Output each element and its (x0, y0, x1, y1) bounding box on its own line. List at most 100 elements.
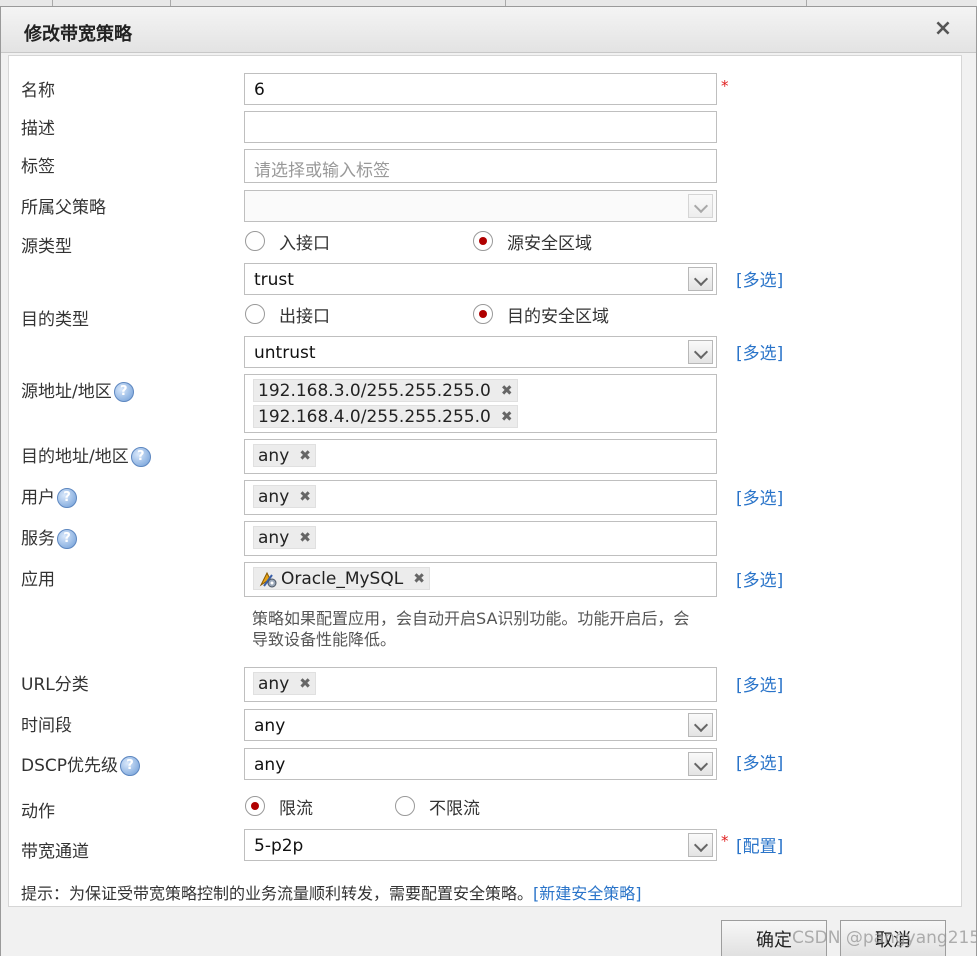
radio-source-zone-label: 源安全区域 (507, 234, 592, 254)
application-icon (258, 569, 278, 589)
url-category-tagbox[interactable]: any ✖ (244, 667, 717, 702)
dialog-title: 修改带宽策略 (24, 24, 132, 45)
radio-rate-limit-label: 限流 (279, 799, 313, 819)
tag-text: 192.168.4.0/255.255.255.0 (258, 406, 491, 427)
source-zone-value: trust (254, 270, 294, 290)
close-icon[interactable]: × (931, 17, 955, 41)
name-input[interactable]: 6 (244, 73, 717, 105)
url-category-label: URL分类 (21, 675, 89, 695)
tag-text: any (258, 445, 290, 466)
radio-ingress-interface-label: 入接口 (279, 234, 330, 254)
tag-text: any (258, 486, 290, 507)
cancel-button[interactable]: 取消 (840, 920, 946, 956)
tag-text: any (258, 673, 290, 694)
application-multi-select-link[interactable]: [多选] (736, 566, 783, 591)
tag-text: 192.168.3.0/255.255.255.0 (258, 380, 491, 401)
remove-tag-icon[interactable]: ✖ (501, 383, 513, 399)
help-icon[interactable]: ? (120, 756, 141, 776)
application-tagbox[interactable]: Oracle_MySQL ✖ (244, 562, 717, 597)
chevron-down-icon[interactable] (688, 340, 713, 364)
dscp-priority-label-text: DSCP优先级 (21, 756, 119, 776)
radio-dest-zone[interactable] (473, 304, 493, 324)
radio-no-rate-limit[interactable] (395, 796, 415, 816)
required-marker: * (721, 832, 729, 850)
chevron-down-icon[interactable] (688, 194, 713, 218)
remove-tag-icon[interactable]: ✖ (299, 676, 311, 692)
radio-rate-limit[interactable] (245, 796, 265, 816)
time-range-label: 时间段 (21, 716, 72, 736)
remove-tag-icon[interactable]: ✖ (299, 448, 311, 464)
bandwidth-channel-label: 带宽通道 (21, 842, 89, 862)
radio-source-zone[interactable] (473, 231, 493, 251)
user-tagbox[interactable]: any ✖ (244, 480, 717, 515)
service-tagbox[interactable]: any ✖ (244, 521, 717, 556)
new-security-policy-link[interactable]: [新建安全策略] (533, 884, 642, 903)
remove-tag-icon[interactable]: ✖ (299, 530, 311, 546)
parent-policy-select[interactable] (244, 190, 717, 222)
dest-zone-value: untrust (254, 343, 316, 363)
radio-ingress-interface[interactable] (245, 231, 265, 251)
description-input[interactable] (244, 111, 717, 143)
dest-address-label: 目的地址/地区? (21, 442, 151, 467)
application-label: 应用 (21, 570, 55, 590)
radio-dest-zone-label: 目的安全区域 (507, 307, 609, 327)
source-address-label: 源地址/地区? (21, 377, 134, 402)
radio-no-rate-limit-label: 不限流 (429, 799, 480, 819)
dscp-priority-value: any (254, 755, 286, 775)
hint-text: 提示：为保证受带宽策略控制的业务流量顺利转发，需要配置安全策略。[新建安全策略] (21, 880, 642, 904)
description-label: 描述 (21, 119, 55, 139)
ok-button[interactable]: 确定 (721, 920, 827, 956)
help-icon[interactable]: ? (113, 382, 134, 402)
remove-tag-icon[interactable]: ✖ (299, 489, 311, 505)
chevron-down-icon[interactable] (688, 833, 713, 857)
tags-input[interactable]: 请选择或输入标签 (244, 149, 717, 183)
url-category-multi-select-link[interactable]: [多选] (736, 671, 783, 696)
dest-address-tagbox[interactable]: any ✖ (244, 439, 717, 474)
dest-zone-select[interactable]: untrust (244, 336, 717, 368)
hint-message: 提示：为保证受带宽策略控制的业务流量顺利转发，需要配置安全策略。 (21, 884, 534, 903)
tag-text: Oracle_MySQL (281, 568, 404, 589)
user-label-text: 用户 (21, 488, 55, 508)
chevron-down-icon[interactable] (688, 752, 713, 776)
user-multi-select-link[interactable]: [多选] (736, 484, 783, 509)
service-label: 服务? (21, 524, 77, 549)
tags-label: 标签 (21, 157, 55, 177)
source-address-label-text: 源地址/地区 (21, 382, 112, 402)
help-icon[interactable]: ? (130, 447, 151, 467)
source-address-tagbox[interactable]: 192.168.3.0/255.255.255.0 ✖ 192.168.4.0/2… (244, 374, 717, 433)
dscp-priority-select[interactable]: any (244, 748, 717, 780)
source-zone-select[interactable]: trust (244, 263, 717, 295)
tag-chip: any ✖ (253, 485, 316, 508)
parent-policy-label: 所属父策略 (21, 198, 106, 218)
source-type-label: 源类型 (21, 237, 72, 257)
time-range-select[interactable]: any (244, 709, 717, 741)
help-icon[interactable]: ? (57, 529, 77, 549)
remove-tag-icon[interactable]: ✖ (501, 409, 513, 425)
required-marker: * (721, 77, 729, 95)
dest-address-label-text: 目的地址/地区 (21, 447, 129, 467)
tag-chip: any ✖ (253, 526, 316, 549)
chevron-down-icon[interactable] (688, 713, 713, 737)
application-note: 策略如果配置应用，会自动开启SA识别功能。功能开启后，会导致设备性能降低。 (252, 609, 690, 649)
user-label: 用户? (21, 483, 77, 508)
source-zone-multi-select-link[interactable]: [多选] (736, 266, 783, 291)
remove-tag-icon[interactable]: ✖ (413, 571, 425, 587)
time-range-value: any (254, 716, 286, 736)
service-label-text: 服务 (21, 529, 55, 549)
dscp-priority-label: DSCP优先级? (21, 751, 141, 776)
dest-type-label: 目的类型 (21, 310, 89, 330)
bandwidth-channel-select[interactable]: 5-p2p (244, 829, 717, 861)
form-panel: 名称 6 * 描述 标签 请选择或输入标签 所属父策略 源类型 入接口 源安全区… (8, 55, 962, 907)
dest-zone-multi-select-link[interactable]: [多选] (736, 339, 783, 364)
radio-egress-interface[interactable] (245, 304, 265, 324)
tag-text: any (258, 527, 290, 548)
help-icon[interactable]: ? (57, 488, 77, 508)
tag-chip: Oracle_MySQL ✖ (253, 567, 430, 590)
bandwidth-channel-config-link[interactable]: [配置] (736, 832, 783, 857)
edit-bandwidth-policy-dialog: 修改带宽策略 × 名称 6 * 描述 标签 请选择或输入标签 所属父策略 源类型… (0, 6, 977, 956)
tag-chip: 192.168.4.0/255.255.255.0 ✖ (253, 405, 518, 428)
tag-chip: 192.168.3.0/255.255.255.0 ✖ (253, 379, 518, 402)
dscp-multi-select-link[interactable]: [多选] (736, 749, 783, 774)
chevron-down-icon[interactable] (688, 267, 713, 291)
action-label: 动作 (21, 802, 55, 822)
